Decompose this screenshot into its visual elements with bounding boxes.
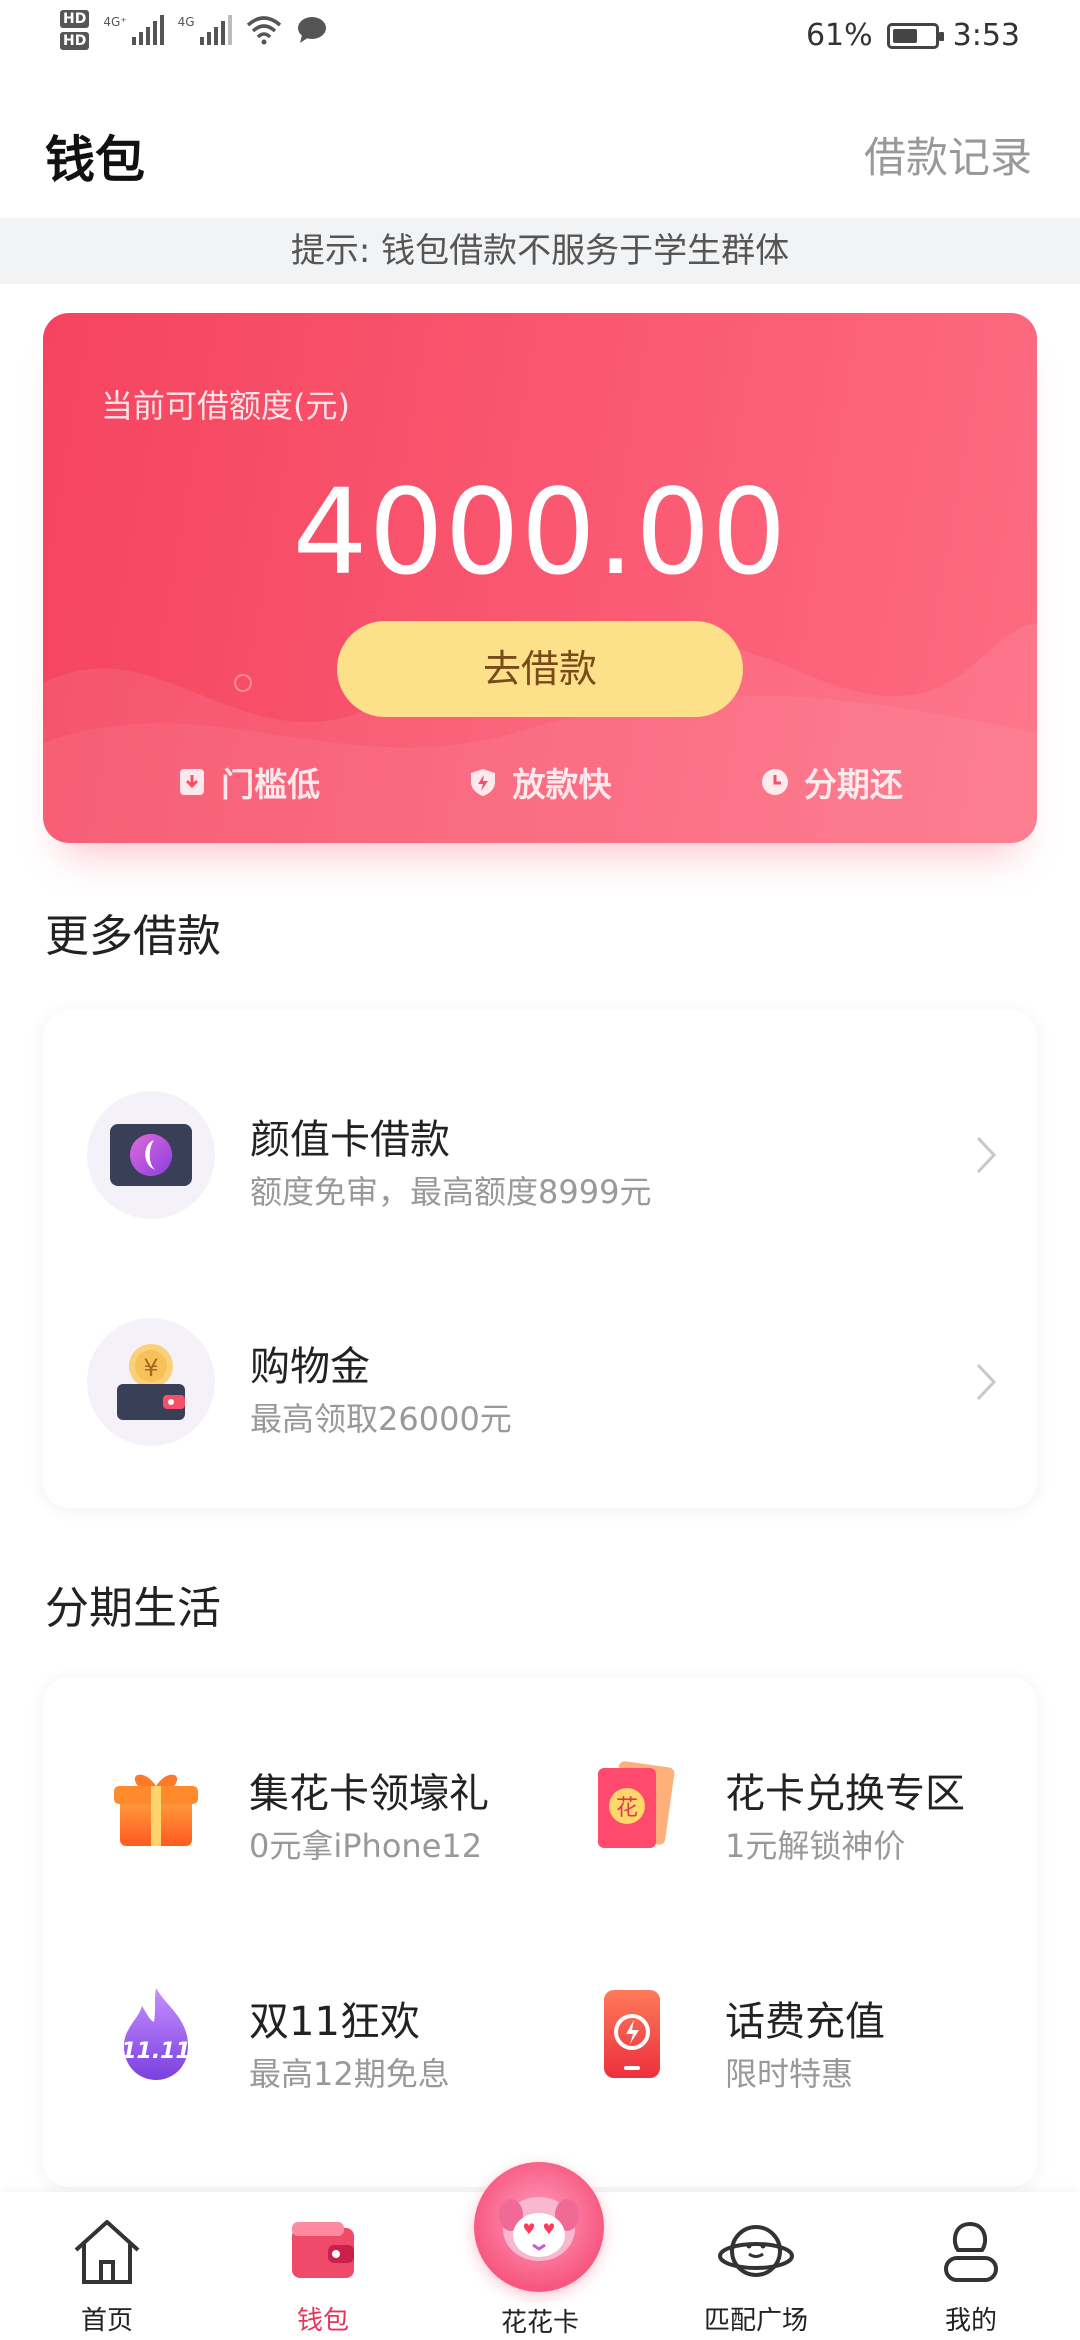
chevron-right-icon (976, 1136, 997, 1174)
signal-icon-2: 4G (178, 15, 232, 45)
phone-recharge-icon (577, 1979, 687, 2089)
nav-home[interactable]: 首页 (32, 2212, 182, 2337)
installment-title: 分期生活 (45, 1583, 221, 1634)
page-title: 钱包 (45, 131, 145, 189)
grid-item-title: 话费充值 (725, 1999, 885, 2045)
clock-icon (761, 769, 788, 795)
hd-badge-2: HD (60, 32, 90, 50)
loan-item-subtitle: 额度免审，最高额度8999元 (250, 1173, 652, 1211)
status-left: HD HD 4G⁺ 4G (60, 10, 328, 50)
wallet-coin-icon: ¥ (87, 1318, 215, 1446)
student-notice-banner: 提示: 钱包借款不服务于学生群体 (0, 218, 1080, 284)
mascot-icon (499, 2197, 579, 2261)
feature-label: 分期还 (803, 765, 903, 804)
grid-item-title: 双11狂欢 (249, 1999, 420, 2045)
feature-installment: 分期还 (760, 758, 903, 806)
loan-item-face-card[interactable]: 颜值卡借款 额度免审，最高额度8999元 (43, 1055, 1037, 1255)
chevron-right-icon (976, 1363, 997, 1401)
grid-item-subtitle: 最高12期免息 (249, 2055, 450, 2093)
double-eleven-icon: 11.11 (101, 1979, 211, 2089)
nav-label: 我的 (944, 2306, 997, 2336)
feature-list: 门槛低 放款快 分期还 (43, 758, 1037, 806)
grid-item-subtitle: 1元解锁神价 (725, 1827, 906, 1865)
status-bar: HD HD 4G⁺ 4G 61% 3:53 (0, 0, 1080, 80)
feature-label: 放款快 (512, 765, 612, 804)
gift-icon (101, 1751, 211, 1861)
hd-indicators: HD HD (60, 10, 90, 50)
nav-label: 首页 (80, 2306, 133, 2336)
grid-item-subtitle: 0元拿iPhone12 (249, 1827, 483, 1865)
bottom-nav: 首页 钱包 花花卡 匹配广场 我的 (0, 2162, 1080, 2340)
grid-item-phone-recharge[interactable]: 话费充值 限时特惠 (519, 1939, 989, 2139)
nav-flower-card-label[interactable]: 花花卡 (440, 2302, 640, 2339)
loan-item-title: 颜值卡借款 (250, 1117, 450, 1163)
battery-percent: 61% (805, 18, 873, 53)
nav-label: 钱包 (296, 2306, 349, 2336)
grid-item-subtitle: 限时特惠 (725, 2055, 854, 2093)
planet-icon (718, 2225, 794, 2277)
feature-label: 门槛低 (221, 765, 321, 804)
more-loans-title: 更多借款 (45, 911, 221, 962)
header: 钱包 借款记录 (0, 100, 1080, 220)
shield-bolt-icon (471, 769, 496, 796)
loan-item-subtitle: 最高领取26000元 (250, 1400, 512, 1438)
status-right: 61% 3:53 (806, 18, 1020, 53)
nav-wallet[interactable]: 钱包 (248, 2212, 398, 2337)
flower-card-icon: 花 (577, 1751, 687, 1861)
svg-text:11.11: 11.11 (121, 2039, 191, 2064)
grid-item-title: 集花卡领壕礼 (249, 1771, 489, 1817)
grid-item-title: 花卡兑换专区 (725, 1771, 965, 1817)
loan-record-link[interactable]: 借款记录 (864, 124, 1032, 185)
message-icon (297, 17, 326, 43)
installment-panel: 集花卡领壕礼 0元拿iPhone12 花 花卡兑换专区 1元解锁神价 11.11… (43, 1677, 1037, 2187)
nav-match-square[interactable]: 匹配广场 (681, 2212, 831, 2337)
grid-item-card-exchange[interactable]: 花 花卡兑换专区 1元解锁神价 (519, 1711, 989, 1911)
grid-item-double-eleven[interactable]: 11.11 双11狂欢 最高12期免息 (43, 1939, 513, 2139)
battery-icon (886, 22, 944, 49)
network-type-1: 4G⁺ (103, 15, 127, 29)
nav-label: 匹配广场 (703, 2306, 808, 2336)
borrow-button[interactable]: 去借款 (337, 621, 743, 717)
nav-profile[interactable]: 我的 (896, 2212, 1046, 2337)
credit-limit-label: 当前可借额度(元) (101, 387, 350, 425)
clock: 3:53 (952, 18, 1020, 53)
loan-item-shopping-gold[interactable]: ¥ 购物金 最高领取26000元 (43, 1282, 1037, 1482)
wallet-icon (292, 2222, 354, 2278)
nav-flower-card-bubble[interactable] (474, 2162, 604, 2292)
credit-limit-amount: 4000.00 (292, 463, 788, 601)
face-card-icon (87, 1091, 215, 1219)
grid-item-collect-cards[interactable]: 集花卡领壕礼 0元拿iPhone12 (43, 1711, 513, 1911)
profile-icon (944, 2221, 998, 2282)
wifi-icon (246, 16, 281, 45)
network-type-2: 4G (177, 15, 195, 29)
hd-badge-1: HD (60, 10, 90, 28)
battery-fill (892, 28, 918, 43)
more-loans-panel: 颜值卡借款 额度免审，最高额度8999元 ¥ 购物金 最高领取26000元 (43, 1010, 1037, 1508)
svg-text:花: 花 (616, 1796, 638, 1821)
feature-low-threshold: 门槛低 (177, 758, 320, 806)
loan-item-title: 购物金 (250, 1344, 370, 1390)
home-icon (74, 2220, 140, 2284)
signal-icon-1: 4G⁺ (103, 15, 164, 45)
credit-limit-card: 当前可借额度(元) 4000.00 去借款 门槛低 放款快 分期还 (43, 313, 1037, 843)
download-doc-icon (180, 769, 205, 795)
svg-text:¥: ¥ (143, 1354, 158, 1382)
feature-fast-payout: 放款快 (468, 758, 611, 806)
